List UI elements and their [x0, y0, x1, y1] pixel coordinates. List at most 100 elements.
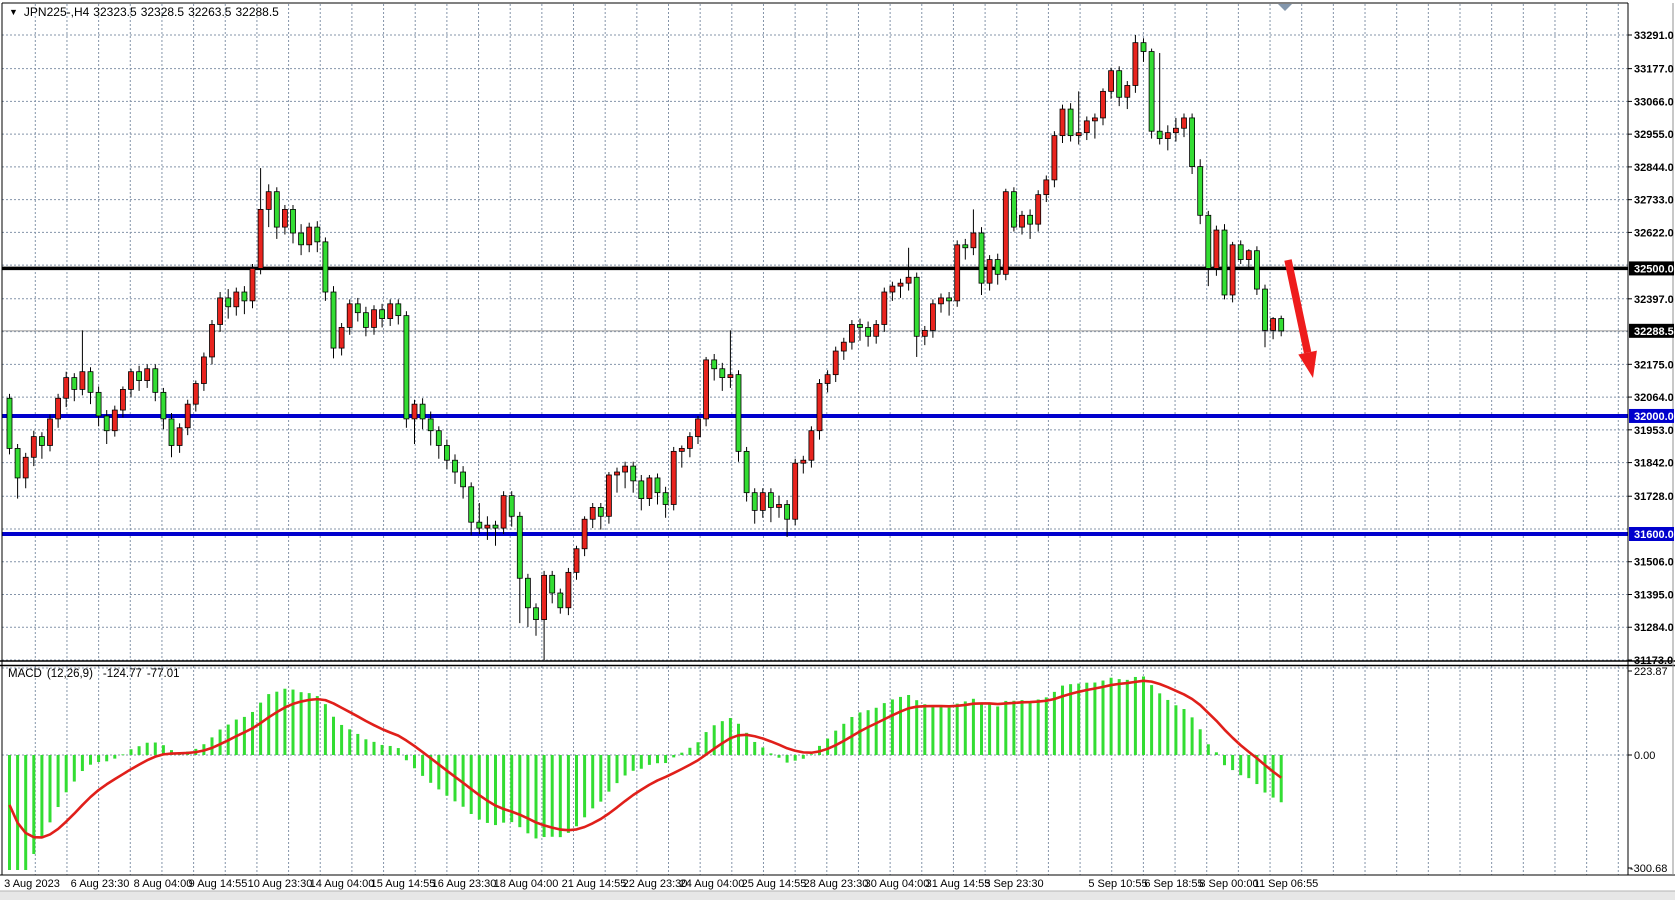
window-bottom-strip	[0, 891, 1675, 900]
blue-line-price-tag: 32000.0	[1629, 409, 1674, 423]
time-axis-label: 10 Aug 23:30	[248, 878, 313, 890]
time-axis-label: 16 Aug 23:30	[432, 878, 497, 890]
candle-body	[420, 404, 425, 419]
candle-body	[898, 283, 903, 286]
price-axis-label: 32955.0	[1634, 129, 1674, 141]
candle-body	[631, 466, 636, 481]
candle-body	[744, 451, 749, 492]
chart-canvas[interactable]: 33291.033177.033066.032955.032844.032733…	[0, 0, 1675, 900]
candle-body	[971, 233, 976, 248]
candle-body	[647, 478, 652, 499]
candle-body	[906, 277, 911, 283]
price-axis-label: 32844.0	[1634, 162, 1674, 174]
candle-body	[833, 351, 838, 375]
candle-body	[339, 327, 344, 348]
price-axis-label: 33177.0	[1634, 64, 1674, 76]
candle-body	[825, 375, 830, 384]
time-axis-labels[interactable]: 3 Aug 20236 Aug 23:308 Aug 04:009 Aug 14…	[4, 878, 1318, 890]
candle-body	[1011, 192, 1016, 227]
candle-body	[477, 522, 482, 528]
candle-body	[663, 493, 668, 505]
candle-body	[404, 316, 409, 419]
black-line-price-tag: 32500.0	[1629, 261, 1674, 275]
candle-body	[1117, 71, 1122, 98]
candle-body	[145, 369, 150, 381]
symbol-dropdown-icon[interactable]: ▼	[9, 7, 18, 17]
candle-body	[1133, 43, 1138, 86]
candle-body	[517, 516, 522, 578]
candle-body	[315, 227, 320, 242]
candle-body	[1036, 195, 1041, 225]
current-price-tag: 32288.5	[1629, 324, 1674, 338]
candle-body	[120, 389, 125, 410]
candle-body	[566, 572, 571, 607]
macd-scale-top: 223.87	[1634, 666, 1668, 678]
time-axis-label: 21 Aug 14:55	[562, 878, 627, 890]
candle-body	[104, 416, 109, 431]
candle-body	[1044, 180, 1049, 195]
candle-body	[1149, 52, 1154, 132]
candle-body	[23, 457, 28, 478]
candle-body	[323, 242, 328, 292]
time-axis-label: 24 Aug 04:00	[680, 878, 745, 890]
blue-line-price-tag: 31600.0	[1629, 527, 1674, 541]
candle-body	[1165, 133, 1170, 139]
candle-body	[712, 360, 717, 369]
candle-body	[947, 298, 952, 301]
candle-body	[1279, 319, 1284, 331]
time-axis-label: 25 Aug 14:55	[742, 878, 807, 890]
candle-body	[436, 431, 441, 446]
price-axis-label: 32733.0	[1634, 195, 1674, 207]
candle-body	[1109, 71, 1114, 92]
candle-body	[704, 360, 709, 419]
candle-body	[687, 437, 692, 449]
candle-body	[809, 431, 814, 461]
time-axis-label: 14 Aug 04:00	[310, 878, 375, 890]
candle-body	[39, 437, 44, 446]
candle-body	[890, 286, 895, 292]
candle-body	[201, 357, 206, 384]
candle-body	[210, 324, 215, 356]
candle-body	[72, 378, 77, 390]
price-axis-label: 32397.0	[1634, 294, 1674, 306]
candle-body	[550, 575, 555, 593]
macd-signal-value: -77.01	[147, 668, 180, 680]
candle-body	[817, 384, 822, 431]
candle-body	[31, 437, 36, 458]
candle-body	[1020, 215, 1025, 227]
price-axis-label: 31842.0	[1634, 458, 1674, 470]
time-axis-label: 9 Aug 14:55	[189, 878, 248, 890]
candle-body	[1101, 91, 1106, 118]
candle-body	[1198, 167, 1203, 216]
candle-body	[64, 378, 69, 399]
candle-body	[1141, 43, 1146, 52]
candle-body	[169, 419, 174, 446]
blue-line-price-tag-text: 32000.0	[1634, 411, 1674, 423]
price-axis-label: 33291.0	[1634, 30, 1674, 42]
candle-body	[785, 504, 790, 519]
candle-body	[48, 419, 53, 446]
candle-body	[922, 330, 927, 336]
time-axis-label: 28 Aug 23:30	[804, 878, 869, 890]
candle-body	[372, 310, 377, 328]
ohlc-open: 32323.5	[93, 5, 136, 19]
symbol-period-label: JPN225-,H4	[24, 5, 89, 19]
candle-body	[1271, 319, 1276, 331]
candle-body	[849, 324, 854, 342]
candle-body	[841, 342, 846, 351]
candle-body	[590, 507, 595, 519]
candle-body	[882, 292, 887, 324]
candle-body	[307, 227, 312, 245]
candle-body	[80, 372, 85, 390]
candle-body	[509, 496, 514, 517]
candle-body	[1028, 215, 1033, 224]
candle-body	[1092, 118, 1097, 121]
candle-body	[1230, 245, 1235, 295]
candle-body	[995, 260, 1000, 275]
candle-body	[412, 404, 417, 419]
candle-body	[760, 493, 765, 511]
candle-body	[299, 233, 304, 245]
time-axis-label: 5 Sep 10:55	[1088, 878, 1147, 890]
price-axis-label: 31728.0	[1634, 491, 1674, 503]
candle-body	[768, 493, 773, 508]
